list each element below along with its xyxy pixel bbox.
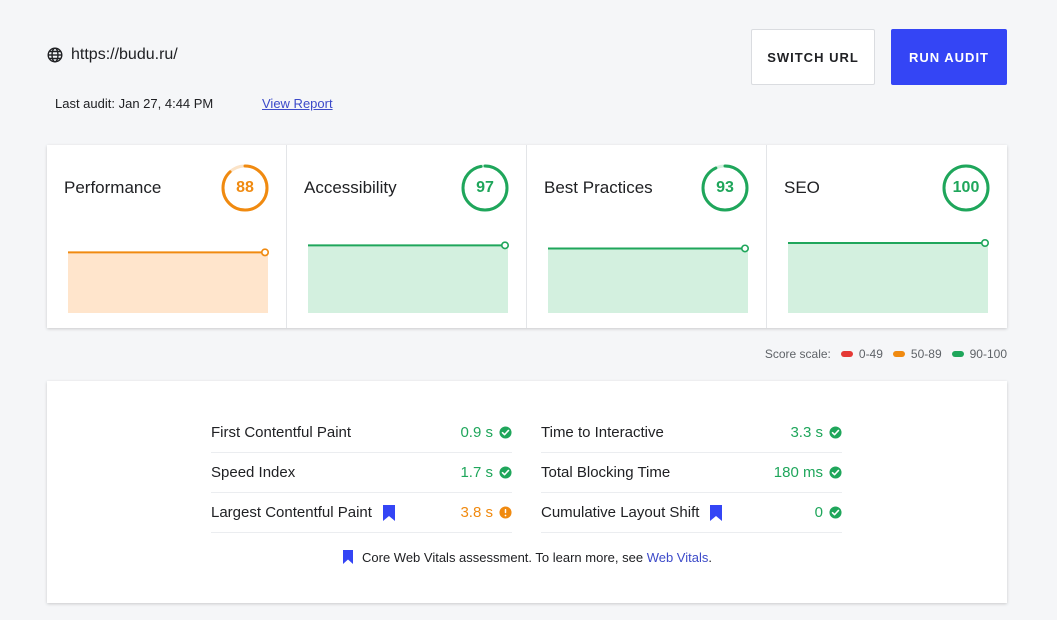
sparkline-area bbox=[68, 252, 268, 313]
bookmark-icon bbox=[382, 504, 395, 521]
info-circle-icon bbox=[499, 506, 512, 519]
score-card-performance[interactable]: Performance 88 bbox=[47, 145, 287, 328]
score-card-best-practices[interactable]: Best Practices 93 bbox=[527, 145, 767, 328]
footnote-text: Core Web Vitals assessment. To learn mor… bbox=[362, 550, 712, 565]
check-circle-icon bbox=[829, 506, 842, 519]
score-gauge: 100 bbox=[941, 163, 991, 213]
metric-row: Total Blocking Time 180 ms bbox=[541, 453, 842, 493]
metric-row: Largest Contentful Paint 3.8 s bbox=[211, 493, 512, 533]
score-value: 97 bbox=[476, 179, 494, 196]
url-display: https://budu.ru/ bbox=[47, 46, 178, 64]
score-gauge: 93 bbox=[700, 163, 750, 213]
metric-name: Time to Interactive bbox=[541, 424, 790, 441]
score-card-title: Accessibility bbox=[304, 178, 397, 197]
check-circle-icon bbox=[499, 426, 512, 439]
metric-value: 0.9 s bbox=[460, 424, 493, 441]
metric-name-text: Total Blocking Time bbox=[541, 464, 671, 481]
legend-item-poor: 0-49 bbox=[840, 347, 883, 361]
cwv-footnote: Core Web Vitals assessment. To learn mor… bbox=[47, 549, 1007, 565]
metric-name-text: First Contentful Paint bbox=[211, 424, 352, 441]
score-scale-legend: Score scale: 0-49 50-89 90-100 bbox=[765, 347, 1007, 361]
metric-name: Largest Contentful Paint bbox=[211, 504, 460, 522]
footnote-body: Core Web Vitals assessment. To learn mor… bbox=[362, 549, 644, 565]
metric-name: First Contentful Paint bbox=[211, 424, 460, 441]
score-card-seo[interactable]: SEO 100 bbox=[767, 145, 1007, 328]
legend-item-average: 50-89 bbox=[892, 347, 942, 361]
legend-swatch bbox=[951, 351, 964, 357]
sparkline-point bbox=[981, 239, 990, 248]
legend-item-label: 0-49 bbox=[858, 347, 883, 361]
score-card-title: Best Practices bbox=[544, 178, 653, 197]
score-sparkline bbox=[548, 244, 750, 313]
metric-value: 1.7 s bbox=[460, 464, 493, 481]
metric-name-text: Time to Interactive bbox=[541, 424, 664, 441]
metric-name-text: Largest Contentful Paint bbox=[211, 504, 372, 521]
switch-url-button[interactable]: SWITCH URL bbox=[751, 29, 875, 85]
sparkline-area bbox=[548, 248, 748, 313]
metric-value: 3.8 s bbox=[460, 504, 493, 521]
metric-name: Speed Index bbox=[211, 464, 460, 481]
score-card-accessibility[interactable]: Accessibility 97 bbox=[287, 145, 527, 328]
bookmark-icon bbox=[343, 550, 353, 564]
metrics-panel: First Contentful Paint 0.9 s Time to Int… bbox=[47, 381, 1007, 603]
legend-swatch bbox=[892, 351, 905, 357]
check-circle-icon bbox=[829, 426, 842, 439]
score-gauge: 88 bbox=[220, 163, 270, 213]
bookmark-icon bbox=[710, 504, 723, 521]
legend-item-good: 90-100 bbox=[951, 347, 1007, 361]
score-cards: Performance 88 Accessibility 97 Best Pra… bbox=[47, 145, 1007, 328]
sparkline-point bbox=[261, 248, 270, 257]
metric-row: Time to Interactive 3.3 s bbox=[541, 413, 842, 453]
sparkline-area bbox=[308, 245, 508, 313]
metric-name-text: Cumulative Layout Shift bbox=[541, 504, 700, 521]
metric-value: 0 bbox=[814, 504, 823, 521]
globe-icon bbox=[47, 47, 63, 63]
score-sparkline bbox=[68, 248, 270, 313]
metric-value: 3.3 s bbox=[790, 424, 823, 441]
score-value: 100 bbox=[952, 179, 980, 196]
metric-value: 180 ms bbox=[773, 464, 823, 481]
check-circle-icon bbox=[829, 466, 842, 479]
footnote-suffix: . bbox=[708, 549, 712, 565]
sparkline-point bbox=[741, 244, 750, 253]
check-circle-icon bbox=[499, 466, 512, 479]
metric-name: Cumulative Layout Shift bbox=[541, 504, 815, 522]
legend-swatch bbox=[840, 351, 853, 357]
legend-item-label: 50-89 bbox=[910, 347, 942, 361]
sparkline-area bbox=[788, 243, 988, 313]
url-text: https://budu.ru/ bbox=[71, 46, 178, 63]
score-value: 93 bbox=[716, 179, 734, 196]
score-gauge: 97 bbox=[460, 163, 510, 213]
metric-row: Cumulative Layout Shift 0 bbox=[541, 493, 842, 533]
score-sparkline bbox=[308, 241, 510, 313]
score-value: 88 bbox=[236, 179, 254, 196]
last-audit-text: Last audit: Jan 27, 4:44 PM bbox=[55, 96, 214, 111]
legend-label: Score scale: bbox=[764, 347, 831, 361]
metric-name: Total Blocking Time bbox=[541, 464, 774, 481]
metric-row: Speed Index 1.7 s bbox=[211, 453, 512, 493]
web-vitals-link[interactable]: Web Vitals bbox=[647, 550, 709, 565]
sparkline-point bbox=[501, 241, 510, 250]
metric-name-text: Speed Index bbox=[211, 464, 296, 481]
metric-row: First Contentful Paint 0.9 s bbox=[211, 413, 512, 453]
score-card-title: SEO bbox=[784, 178, 820, 197]
legend-item-label: 90-100 bbox=[969, 347, 1007, 361]
score-sparkline bbox=[788, 239, 990, 313]
view-report-link[interactable]: View Report bbox=[262, 96, 333, 111]
score-card-title: Performance bbox=[64, 178, 162, 197]
run-audit-button[interactable]: RUN AUDIT bbox=[891, 29, 1007, 85]
